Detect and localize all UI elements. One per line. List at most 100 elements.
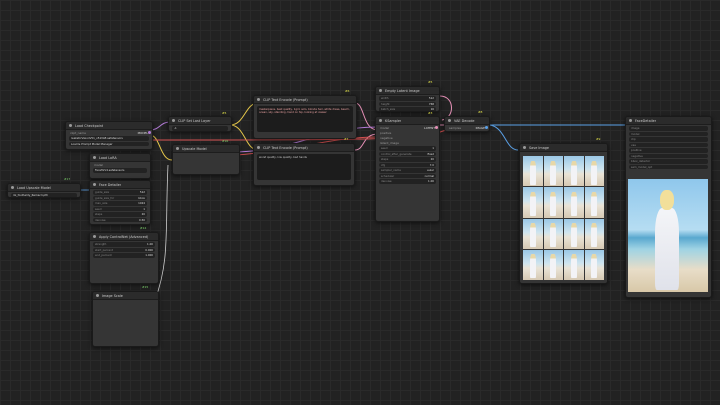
sampler-name-widget[interactable]: sampler_name euler	[379, 168, 436, 173]
node-negative-prompt[interactable]: CLIP Text Encode (Prompt) worst quality,…	[253, 143, 355, 186]
output-thumbnail[interactable]	[584, 249, 604, 280]
output-image: IMAGE	[475, 125, 485, 130]
guide-size-for-widget[interactable]: guide_size_for bbox	[93, 195, 147, 200]
output-thumbnail[interactable]	[564, 156, 584, 187]
node-load-checkpoint[interactable]: Load Checkpoint ckpt_name MODEL realistic…	[65, 121, 153, 150]
output-thumbnail[interactable]	[523, 156, 543, 187]
output-thumbnail[interactable]	[543, 156, 563, 187]
node-collapse-icon[interactable]	[11, 186, 14, 189]
positive-prompt-textarea[interactable]: masterpiece, best quality, 1girl, solo, …	[257, 106, 353, 132]
output-model: MODEL	[137, 130, 148, 135]
output-thumbnail[interactable]	[543, 187, 563, 218]
node-clip-set-last-layer[interactable]: CLIP Set Last Layer -1	[168, 116, 232, 132]
vae-input[interactable]: vae	[629, 142, 708, 147]
preview-image[interactable]	[628, 179, 708, 292]
bbox-detector-widget[interactable]: bbox_detector	[629, 159, 708, 164]
node-image-scale[interactable]: Image Scale	[92, 291, 159, 347]
max-size-widget[interactable]: max_size 1024	[93, 201, 147, 206]
node-ksampler[interactable]: KSampler model LATENT positive negative l…	[375, 116, 440, 222]
image-input[interactable]: image	[629, 126, 708, 131]
node-title: Apply ControlNet (Advanced)	[99, 234, 149, 239]
sam-model-widget[interactable]: sam_model_opt	[629, 164, 708, 169]
node-collapse-icon[interactable]	[93, 235, 96, 238]
scheduler-widget[interactable]: scheduler normal	[379, 173, 436, 178]
node-detailer-preview[interactable]: FaceDetailer image model clip vae positi…	[625, 116, 712, 298]
output-thumbnail[interactable]	[543, 218, 563, 249]
node-badge: #5	[428, 80, 433, 84]
guide-size-widget[interactable]: guide_size 512	[93, 190, 147, 195]
output-thumbnail[interactable]	[584, 187, 604, 218]
node-vae-decode[interactable]: VAE Decode samples IMAGE	[444, 116, 490, 132]
node-collapse-icon[interactable]	[69, 124, 72, 127]
node-title: FaceDetailer	[635, 118, 657, 123]
steps-widget[interactable]: steps 20	[93, 212, 147, 217]
node-title: Empty Latent Image	[385, 88, 420, 93]
node-save-image[interactable]: Save Image	[519, 143, 608, 284]
output-thumbnail[interactable]	[584, 156, 604, 187]
node-title: CLIP Text Encode (Prompt)	[263, 97, 308, 102]
input-model: model	[94, 162, 104, 167]
width-widget[interactable]: width 512	[379, 96, 436, 101]
control-after-generate-widget[interactable]: control_after_generate fixed	[379, 151, 436, 156]
ckpt-label: ckpt_name	[70, 130, 86, 135]
node-collapse-icon[interactable]	[257, 98, 260, 101]
socket-model-out[interactable]	[148, 131, 151, 134]
ckpt-name-widget[interactable]: realisticVisionV51_v51VAE.safetensors	[69, 136, 149, 141]
node-collapse-icon[interactable]	[176, 147, 179, 150]
node-collapse-icon[interactable]	[523, 146, 526, 149]
lora-name-widget[interactable]: FacefixV4.safetensors	[93, 168, 147, 173]
negative-prompt-textarea[interactable]: worst quality, low quality, bad hands	[257, 154, 351, 180]
negative-input[interactable]: negative	[629, 153, 708, 158]
node-collapse-icon[interactable]	[379, 119, 382, 122]
node-load-lora[interactable]: Load LoRA model FacefixV4.safetensors	[89, 153, 151, 179]
steps-widget[interactable]: steps 20	[379, 157, 436, 162]
clip-input[interactable]: clip	[629, 137, 708, 142]
output-thumbnail[interactable]	[543, 249, 563, 280]
node-title: CLIP Set Last Layer	[178, 118, 211, 123]
node-empty-latent-image[interactable]: Empty Latent Image width 512 height 768 ba…	[375, 86, 440, 112]
node-collapse-icon[interactable]	[257, 146, 260, 149]
node-collapse-icon[interactable]	[93, 183, 96, 186]
node-positive-prompt[interactable]: CLIP Text Encode (Prompt) masterpiece, b…	[253, 95, 357, 139]
node-title: KSampler	[385, 118, 402, 123]
node-title: Face Detailer	[99, 182, 122, 187]
start-percent-widget[interactable]: start_percent 0.000	[93, 247, 155, 252]
node-collapse-icon[interactable]	[379, 89, 382, 92]
node-upscale-model[interactable]: Upscale Model	[172, 144, 240, 175]
node-title: Load Upscale Model	[17, 185, 51, 190]
node-title: Save Image	[529, 145, 550, 150]
end-percent-widget[interactable]: end_percent 1.000	[93, 253, 155, 258]
denoise-widget[interactable]: denoise 1.00	[379, 179, 436, 184]
socket-image-out[interactable]	[485, 126, 488, 129]
stop-at-clip-layer-widget[interactable]: -1	[172, 126, 228, 131]
node-apply-controlnet[interactable]: Apply ControlNet (Advanced) strength 1.00…	[89, 232, 159, 284]
node-title: Image Scale	[102, 293, 123, 298]
output-thumbnail[interactable]	[584, 218, 604, 249]
node-load-upscale-model[interactable]: Load Upscale Model 4x_foolhardy_Remacri.…	[7, 183, 81, 198]
seed-widget[interactable]: seed 1	[379, 146, 436, 151]
socket-latent-out[interactable]	[435, 126, 438, 129]
output-thumbnail[interactable]	[564, 218, 584, 249]
output-thumbnail[interactable]	[564, 187, 584, 218]
node-collapse-icon[interactable]	[93, 156, 96, 159]
output-thumbnail[interactable]	[523, 218, 543, 249]
node-collapse-icon[interactable]	[172, 119, 175, 122]
denoise-widget[interactable]: denoise 0.50	[93, 217, 147, 222]
output-thumbnail[interactable]	[523, 249, 543, 280]
node-collapse-icon[interactable]	[448, 119, 451, 122]
cfg-widget[interactable]: cfg 7.0	[379, 162, 436, 167]
model-manager-button[interactable]: Load & Prompt Model Manager	[69, 141, 149, 146]
seed-widget[interactable]: seed 1	[93, 206, 147, 211]
strength-widget[interactable]: strength 1.00	[93, 242, 155, 247]
output-thumbnail[interactable]	[523, 187, 543, 218]
positive-input[interactable]: positive	[629, 148, 708, 153]
node-face-detailer[interactable]: Face Detailer guide_size 512 guide_size_f…	[89, 180, 151, 225]
node-title: Upscale Model	[182, 146, 207, 151]
image-batch-grid[interactable]	[523, 156, 604, 280]
node-collapse-icon[interactable]	[96, 294, 99, 297]
output-thumbnail[interactable]	[564, 249, 584, 280]
node-collapse-icon[interactable]	[629, 119, 632, 122]
model-name-widget[interactable]: 4x_foolhardy_Remacri.pth	[11, 193, 77, 197]
model-input[interactable]: model	[629, 131, 708, 136]
height-widget[interactable]: height 768	[379, 101, 436, 106]
